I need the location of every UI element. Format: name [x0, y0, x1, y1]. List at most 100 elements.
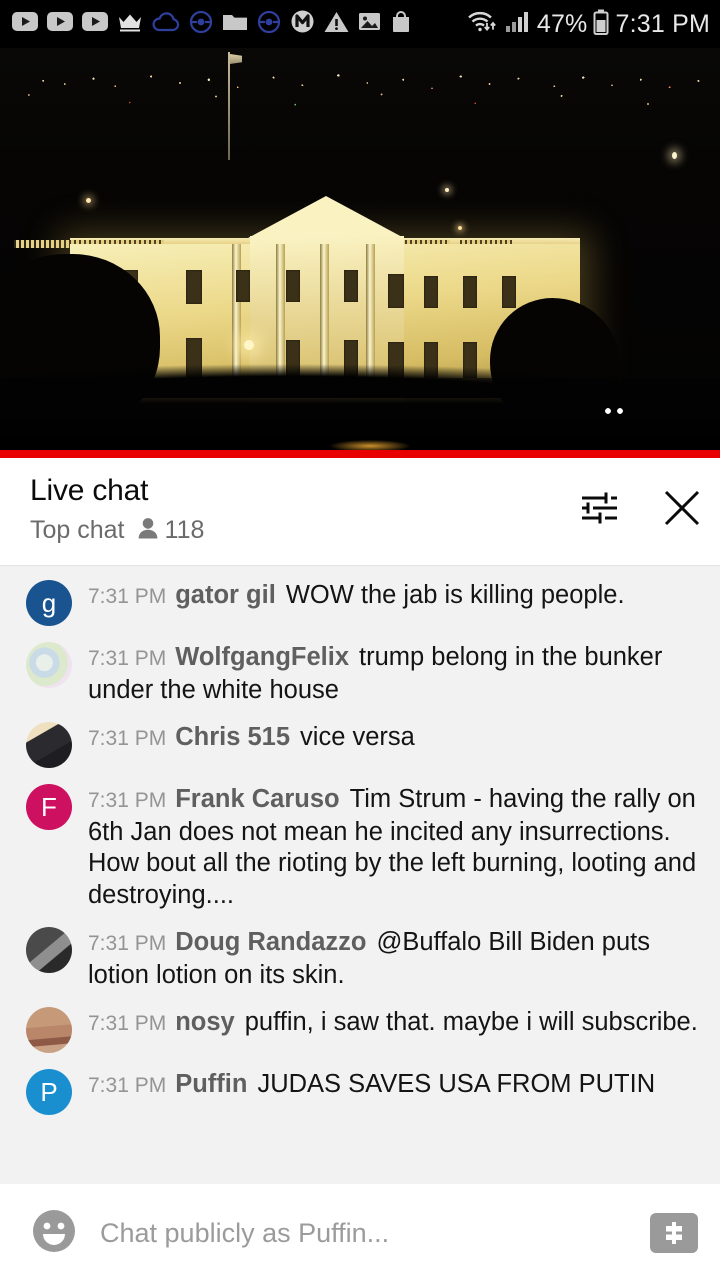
message-content: puffin, i saw that. maybe i will subscri… — [244, 1008, 698, 1036]
avatar[interactable] — [26, 722, 72, 768]
portico-lamp — [244, 340, 254, 350]
ground-glow — [330, 440, 410, 450]
window — [502, 276, 516, 308]
chat-message-list[interactable]: g 7:31 PM gator gil WOW the jab is killing … — [0, 566, 720, 1184]
chat-message-text: 7:31 PM Chris 515 vice versa — [88, 722, 702, 755]
video-player[interactable] — [0, 48, 720, 450]
chat-header-actions — [578, 472, 704, 530]
folder-icon — [222, 11, 248, 37]
message-content: @Buffalo Bill Biden puts lotion lotion o… — [88, 928, 650, 989]
message-author[interactable]: Frank Caruso — [175, 785, 339, 813]
chat-message-body: 7:31 PM Frank Caruso Tim Strum - having th… — [88, 782, 702, 911]
chat-message[interactable]: F 7:31 PM Frank Caruso Tim Strum - having t… — [0, 782, 720, 911]
message-timestamp: 7:31 PM — [88, 789, 167, 812]
chat-message-text: 7:31 PM gator gil WOW the jab is killing p… — [88, 580, 702, 613]
chat-message-text: 7:31 PM Frank Caruso Tim Strum - having th… — [88, 784, 702, 911]
avatar[interactable] — [26, 1007, 72, 1053]
chat-message[interactable]: g 7:31 PM gator gil WOW the jab is killing … — [0, 578, 720, 626]
chat-mode-selector[interactable]: Top chat — [30, 514, 125, 546]
cellular-signal-icon — [505, 10, 531, 38]
viewer-count-group: 118 — [137, 514, 205, 546]
message-author[interactable]: nosy — [175, 1008, 235, 1036]
emoji-smiley-icon[interactable] — [30, 1207, 78, 1260]
chat-message-text: 7:31 PM nosy puffin, i saw that. maybe i w… — [88, 1007, 702, 1040]
message-author[interactable]: Puffin — [175, 1070, 247, 1098]
window — [388, 274, 404, 308]
status-bar-system-icons: 47% 7:31 PM — [467, 9, 710, 40]
chat-message-body: 7:31 PM Doug Randazzo @Buffalo Bill Biden … — [88, 925, 702, 991]
status-bar: 47% 7:31 PM — [0, 0, 720, 48]
stray-light — [86, 198, 91, 203]
chat-message-body: 7:31 PM gator gil WOW the jab is killing p… — [88, 578, 702, 613]
stray-light — [445, 188, 449, 192]
status-bar-notification-icons — [12, 9, 467, 39]
flagpole — [228, 52, 230, 160]
youtube-icon — [12, 12, 38, 36]
chat-message[interactable]: 7:31 PM WolfgangFelix trump belong in the … — [0, 640, 720, 706]
distant-city-lights-lower — [0, 86, 720, 116]
close-icon[interactable] — [660, 486, 704, 530]
chat-header-subrow: Top chat 118 — [30, 514, 578, 546]
live-chat-header: Live chat Top chat 118 — [0, 458, 720, 566]
chat-message-text: 7:31 PM WolfgangFelix trump belong in the … — [88, 642, 702, 706]
message-timestamp: 7:31 PM — [88, 585, 167, 608]
message-timestamp: 7:31 PM — [88, 647, 167, 670]
chat-header-titles: Live chat Top chat 118 — [30, 472, 578, 546]
tune-icon[interactable] — [578, 487, 620, 529]
chat-message[interactable]: 7:31 PM Chris 515 vice versa — [0, 720, 720, 768]
message-content: WOW the jab is killing people. — [285, 581, 625, 609]
dollar-superchat-icon[interactable] — [650, 1213, 698, 1253]
avatar[interactable]: P — [26, 1069, 72, 1115]
cloud-icon — [152, 11, 180, 37]
message-author[interactable]: Chris 515 — [175, 723, 290, 751]
avatar[interactable] — [26, 642, 72, 688]
battery-icon — [593, 9, 609, 40]
youtube-icon — [47, 12, 73, 36]
video-progress-bar[interactable] — [0, 450, 720, 458]
avatar[interactable]: g — [26, 580, 72, 626]
chat-message-text: 7:31 PM Puffin JUDAS SAVES USA FROM PUTIN — [88, 1069, 702, 1102]
page-title: Live chat — [30, 474, 149, 507]
chat-input-bar: Chat publicly as Puffin... — [0, 1184, 720, 1280]
message-timestamp: 7:31 PM — [88, 932, 167, 955]
message-author[interactable]: WolfgangFelix — [175, 643, 349, 671]
chat-message-body: 7:31 PM Chris 515 vice versa — [88, 720, 702, 755]
person-icon — [137, 516, 159, 545]
stray-light — [672, 152, 677, 159]
twin-headlights — [603, 406, 625, 417]
message-content: vice versa — [300, 723, 415, 751]
stray-light — [458, 226, 462, 230]
message-content: JUDAS SAVES USA FROM PUTIN — [257, 1070, 656, 1098]
pokeball-icon — [189, 10, 213, 39]
message-timestamp: 7:31 PM — [88, 1012, 167, 1035]
avatar[interactable]: F — [26, 784, 72, 830]
chat-input-field[interactable]: Chat publicly as Puffin... — [100, 1216, 628, 1250]
chat-message-body: 7:31 PM nosy puffin, i saw that. maybe i w… — [88, 1005, 702, 1040]
window — [286, 270, 300, 302]
window — [463, 276, 477, 308]
image-icon — [358, 11, 381, 37]
window — [344, 270, 358, 302]
chat-message[interactable]: P 7:31 PM Puffin JUDAS SAVES USA FROM PUTIN — [0, 1067, 720, 1115]
portico-pediment — [248, 196, 404, 238]
clock-time: 7:31 PM — [615, 9, 710, 38]
chat-message-text: 7:31 PM Doug Randazzo @Buffalo Bill Biden … — [88, 927, 702, 991]
window — [186, 270, 202, 304]
youtube-icon — [82, 12, 108, 36]
message-timestamp: 7:31 PM — [88, 727, 167, 750]
viewer-count: 118 — [164, 516, 205, 544]
avatar[interactable] — [26, 927, 72, 973]
crown-icon — [117, 11, 143, 38]
wifi-icon — [467, 9, 499, 39]
pokeball-icon — [257, 10, 281, 39]
window — [424, 276, 438, 308]
message-author[interactable]: gator gil — [175, 581, 276, 609]
shopping-bag-icon — [390, 10, 412, 38]
chat-message-body: 7:31 PM WolfgangFelix trump belong in the … — [88, 640, 702, 706]
chat-message-body: 7:31 PM Puffin JUDAS SAVES USA FROM PUTIN — [88, 1067, 702, 1102]
chat-message[interactable]: 7:31 PM nosy puffin, i saw that. maybe i w… — [0, 1005, 720, 1053]
message-author[interactable]: Doug Randazzo — [175, 928, 366, 956]
message-timestamp: 7:31 PM — [88, 1074, 167, 1097]
m-circle-icon — [290, 9, 315, 39]
chat-message[interactable]: 7:31 PM Doug Randazzo @Buffalo Bill Biden … — [0, 925, 720, 991]
